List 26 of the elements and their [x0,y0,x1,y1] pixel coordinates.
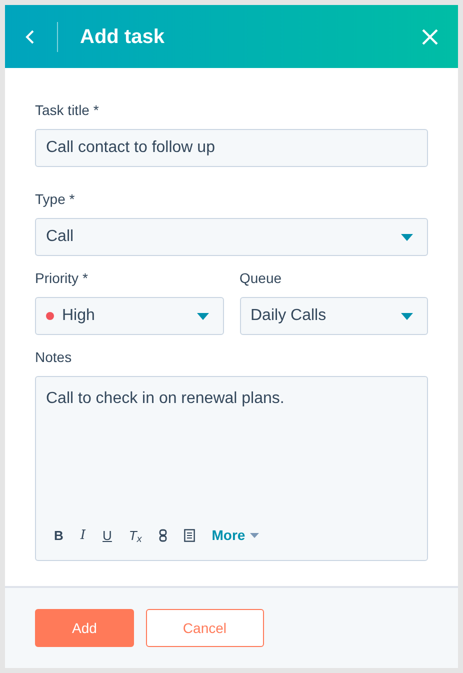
field-label: Queue [240,269,283,288]
notes-field[interactable]: Call to check in on renewal plans. B I U T$_{x}$ More [35,376,428,561]
window-title: Add task [80,24,166,50]
dropdown-caret-icon [401,312,413,320]
field-label: Task title * [35,101,100,120]
select-field[interactable]: High [35,297,224,335]
field-label: Priority * [35,269,89,288]
dropdown-caret-icon [401,234,413,240]
underline-button[interactable]: U [102,526,112,546]
back-icon[interactable] [25,28,35,44]
notes-text: Call to check in on renewal plans. [46,389,286,409]
bold-button[interactable]: B [54,526,64,546]
dropdown-caret-icon [196,312,208,320]
select-field[interactable]: Daily Calls [240,297,428,335]
caret-icon [250,533,260,538]
clear-format-button[interactable]: T$_{x}$ [128,526,142,546]
document-icon[interactable] [184,529,195,542]
field-label: Notes [35,348,73,367]
field-label: Type * [35,190,76,209]
italic-button[interactable]: I [80,526,86,546]
link-icon[interactable] [158,529,167,542]
select-field[interactable]: Call [35,218,428,256]
select-value: Daily Calls [250,306,328,326]
select-value: Call [46,227,75,247]
task-title-field[interactable]: Call contact to follow up [35,129,428,167]
select-value: High [62,306,96,326]
